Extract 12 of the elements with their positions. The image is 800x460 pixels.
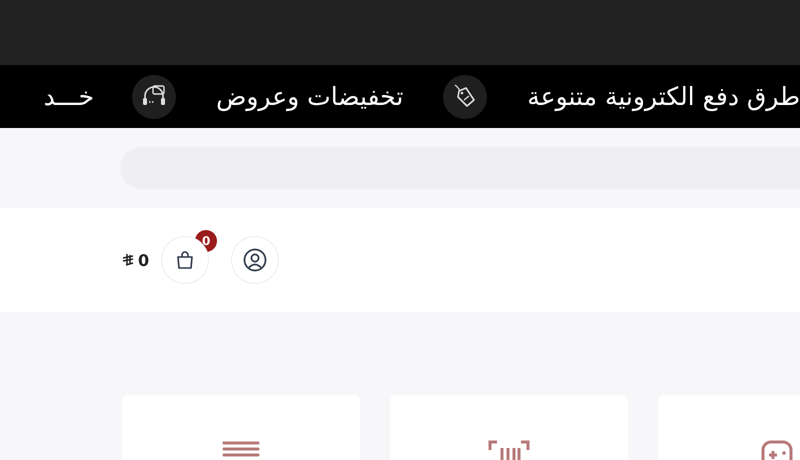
promo-text: تخفيضات وعروض [216, 82, 404, 111]
cart-total: 0 [138, 250, 150, 270]
menu-icon [222, 440, 260, 458]
cart-button[interactable] [161, 236, 210, 284]
price-tag-icon [443, 74, 488, 118]
barcode-scan-icon [488, 440, 530, 460]
account-button[interactable] [231, 236, 280, 284]
promo-text: خـــد [44, 82, 94, 111]
riyal-icon [122, 253, 134, 267]
headset-chat-icon [132, 74, 176, 118]
user-icon [242, 247, 268, 273]
promo-text: طرق دفع الكترونية متنوعة [527, 82, 800, 111]
